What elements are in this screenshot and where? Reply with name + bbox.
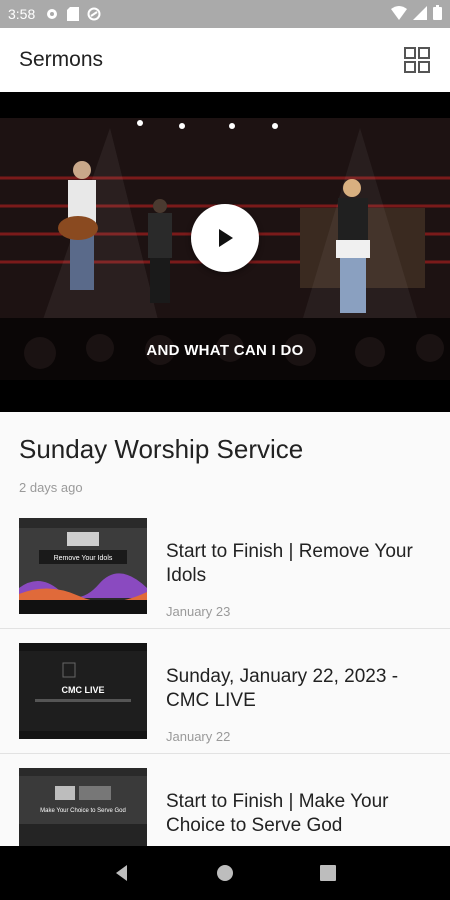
sd-card-icon bbox=[67, 7, 80, 21]
sermon-thumbnail: CMC LIVE bbox=[19, 643, 147, 739]
sermon-list-item[interactable]: Make Your Choice to Serve God Start to F… bbox=[0, 753, 450, 846]
video-player[interactable]: AND WHAT CAN I DO bbox=[0, 92, 450, 412]
play-icon bbox=[219, 229, 233, 247]
back-icon bbox=[115, 865, 127, 881]
sermon-thumbnail: Make Your Choice to Serve God bbox=[19, 768, 147, 846]
sermon-thumbnail: Remove Your Idols bbox=[19, 518, 147, 614]
thumbnail-text: Remove Your Idols bbox=[54, 555, 113, 562]
cell-signal-icon bbox=[413, 5, 427, 23]
recents-icon bbox=[320, 865, 337, 881]
battery-icon bbox=[433, 5, 442, 23]
featured-title: Sunday Worship Service bbox=[19, 434, 304, 464]
settings-gear-icon bbox=[45, 7, 59, 21]
sermon-date: January 22 bbox=[166, 729, 231, 744]
thumbnail-text: CMC LIVE bbox=[61, 685, 104, 695]
sermon-content: Sunday Worship Service 2 days ago Remove… bbox=[0, 412, 450, 846]
status-time: 3:58 bbox=[8, 6, 36, 22]
sermon-title: Start to Finish | Remove Your Idols bbox=[166, 541, 413, 586]
app-bar: Sermons bbox=[0, 28, 450, 92]
video-caption: AND WHAT CAN I DO bbox=[146, 342, 304, 359]
grid-view-button[interactable] bbox=[403, 46, 431, 74]
grid-view-icon bbox=[404, 47, 430, 73]
recents-button[interactable] bbox=[308, 853, 348, 893]
sermon-date: January 23 bbox=[166, 604, 231, 619]
wifi-icon bbox=[391, 5, 407, 23]
home-icon bbox=[216, 865, 233, 881]
page-title: Sermons bbox=[19, 48, 104, 71]
sermon-list-item[interactable]: Remove Your Idols Start to Finish | Remo… bbox=[0, 518, 450, 643]
status-bar: 3:58 bbox=[0, 0, 450, 28]
sermon-title: Sunday, January 22, 2023 - CMC LIVE bbox=[166, 666, 399, 711]
home-button[interactable] bbox=[205, 853, 245, 893]
system-navigation-bar bbox=[0, 846, 450, 900]
sermon-title: Start to Finish | Make Your Choice to Se… bbox=[166, 791, 389, 836]
play-button[interactable] bbox=[191, 204, 259, 272]
sermon-list-item[interactable]: CMC LIVE Sunday, January 22, 2023 - CMC … bbox=[0, 628, 450, 753]
back-button[interactable] bbox=[102, 853, 142, 893]
thumbnail-text: Make Your Choice to Serve God bbox=[40, 808, 126, 814]
featured-date: 2 days ago bbox=[19, 480, 83, 495]
data-saver-icon bbox=[87, 7, 101, 21]
